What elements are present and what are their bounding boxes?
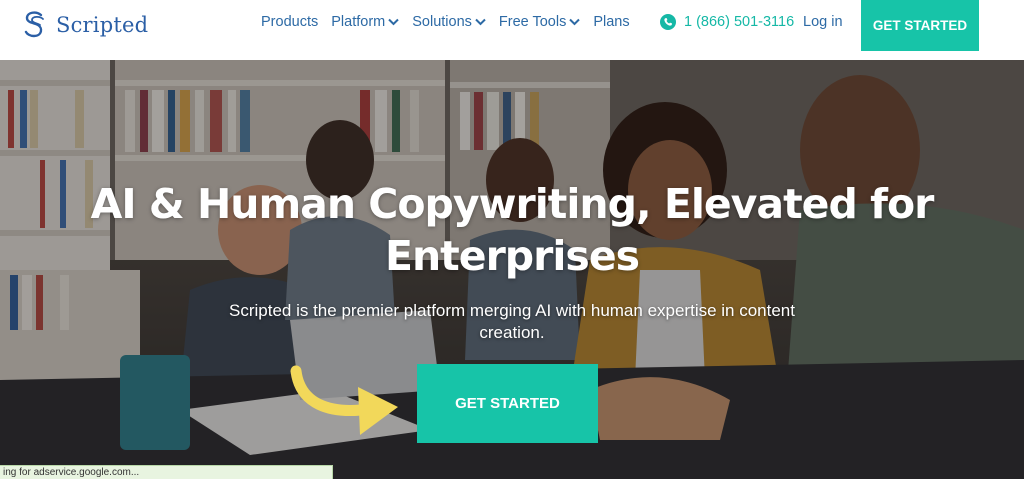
chevron-down-icon [388,18,399,26]
header-get-started-button[interactable]: GET STARTED [861,0,979,51]
chevron-down-icon [569,18,581,26]
nav-free-tools-label: Free Tools [498,14,567,30]
brand-name: Scripted [56,13,149,37]
nav-free-tools[interactable]: Free Tools [498,14,581,30]
nav-solutions-label: Solutions [412,14,472,30]
nav-platform[interactable]: Platform [331,14,399,30]
hero-get-started-button[interactable]: GET STARTED [417,364,598,443]
browser-status-bar: ing for adservice.google.com... [0,465,333,479]
nav-products-label: Products [261,14,319,30]
hero-title-line-1: AI & Human Copywriting, Elevated for [90,180,935,228]
nav-plans-label: Plans [593,14,630,30]
brand-logo[interactable]: Scripted [22,10,148,40]
arrow-right-icon [290,365,398,435]
hero-subtitle: Scripted is the premier platform merging… [229,301,795,342]
hero-section: AI & Human Copywriting, Elevated for Ent… [0,60,1024,479]
hero-title-line-2: Enterprises [384,232,640,280]
chevron-down-icon [475,18,486,26]
nav-platform-label: Platform [331,14,386,30]
phone-link[interactable]: 1 (866) 501-3116 [660,14,794,30]
nav-products[interactable]: Products [261,14,318,30]
main-nav: Products Platform Solutions Free Tools P… [261,14,643,30]
hero-title: AI & Human Copywriting, Elevated for Ent… [0,178,1024,282]
phone-icon [660,14,676,30]
scripted-logo-icon [24,11,44,38]
nav-plans[interactable]: Plans [593,14,629,30]
phone-number: 1 (866) 501-3116 [684,14,795,30]
login-link[interactable]: Log in [803,14,843,30]
nav-solutions[interactable]: Solutions [412,14,486,30]
site-header: Scripted Products Platform Solutions Fre… [0,0,1024,60]
